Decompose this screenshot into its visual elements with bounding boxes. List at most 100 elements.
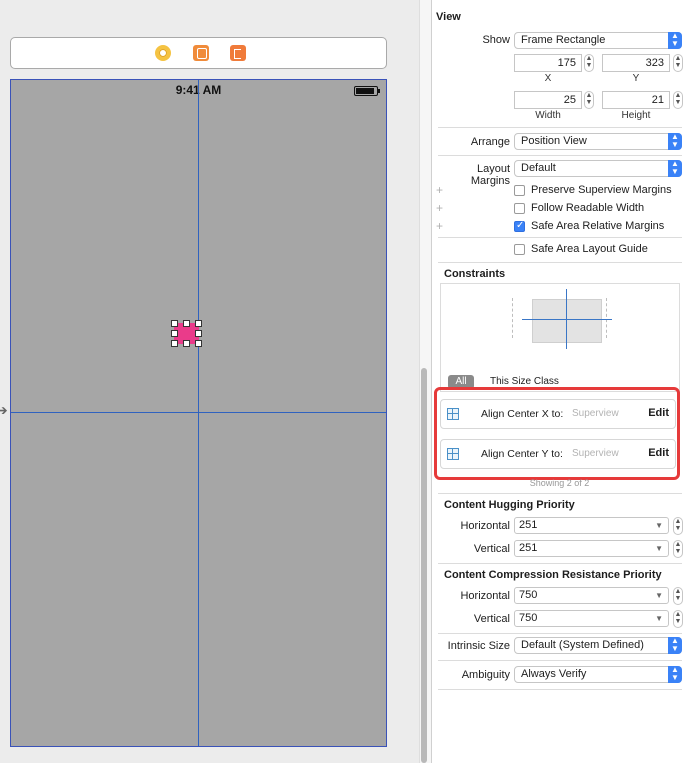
y-label: Y xyxy=(632,73,640,84)
vertical-center-guide xyxy=(198,80,199,746)
hugging-vertical-value: 251 xyxy=(519,542,538,554)
width-field[interactable]: 25 xyxy=(514,91,582,109)
canvas-scrollbar-thumb[interactable] xyxy=(421,368,427,763)
resize-handle[interactable] xyxy=(195,330,202,337)
show-label: Show xyxy=(482,34,510,46)
add-variation-icon[interactable]: + xyxy=(436,219,443,233)
divider xyxy=(438,493,682,494)
compression-horizontal-combo[interactable]: 750 ▼ xyxy=(514,587,669,604)
intrinsic-size-popup[interactable]: Default (System Defined) ▲ ▼ xyxy=(514,637,682,654)
constraints-count: Showing 2 of 2 xyxy=(529,478,590,488)
hugging-horizontal-label: Horizontal xyxy=(460,520,510,532)
height-field[interactable]: 21 xyxy=(602,91,670,109)
compression-section-title: Content Compression Resistance Priority xyxy=(444,569,662,581)
dropdown-arrow-icon: ▼ xyxy=(655,521,663,530)
intrinsic-size-value: Default (System Defined) xyxy=(521,639,644,651)
preserve-superview-margins-checkbox[interactable] xyxy=(514,185,525,196)
compression-vertical-stepper[interactable]: ▲ ▼ xyxy=(673,610,683,628)
width-stepper[interactable]: ▲ ▼ xyxy=(584,91,594,109)
resize-handle[interactable] xyxy=(195,340,202,347)
hugging-vertical-combo[interactable]: 251 ▼ xyxy=(514,540,669,557)
y-field[interactable]: 323 xyxy=(602,54,670,72)
intrinsic-size-label: Intrinsic Size xyxy=(447,640,510,652)
divider xyxy=(438,563,682,564)
ambiguity-value: Always Verify xyxy=(521,668,587,680)
compression-vertical-value: 750 xyxy=(519,612,538,624)
compression-horizontal-value: 750 xyxy=(519,589,538,601)
hugging-horizontal-stepper[interactable]: ▲ ▼ xyxy=(673,517,683,535)
dropdown-arrow-icon: ▼ xyxy=(655,591,663,600)
divider xyxy=(438,660,682,661)
compression-vertical-label: Vertical xyxy=(473,613,510,625)
resize-handle[interactable] xyxy=(171,330,178,337)
add-variation-icon[interactable]: + xyxy=(436,183,443,197)
show-popup-value: Frame Rectangle xyxy=(521,34,606,46)
safe-area-relative-margins-checkbox[interactable] xyxy=(514,220,525,232)
divider xyxy=(438,237,682,238)
center-y-constraint-line xyxy=(522,319,612,320)
hugging-vertical-stepper[interactable]: ▲ ▼ xyxy=(673,540,683,558)
divider xyxy=(438,633,682,634)
divider xyxy=(438,155,682,156)
hugging-horizontal-value: 251 xyxy=(519,519,538,531)
entry-point-arrow-icon[interactable]: ➔ xyxy=(0,402,8,419)
resize-handle[interactable] xyxy=(183,320,190,327)
resize-handle[interactable] xyxy=(195,320,202,327)
resize-handle[interactable] xyxy=(183,340,190,347)
show-popup[interactable]: Frame Rectangle ▲ ▼ xyxy=(514,32,682,49)
popup-chevron-icon: ▲ ▼ xyxy=(668,637,682,654)
first-responder-icon[interactable] xyxy=(193,45,209,61)
center-x-constraint-line xyxy=(566,289,567,349)
arrange-popup-value: Position View xyxy=(521,135,587,147)
layout-margins-popup[interactable]: Default ▲ ▼ xyxy=(514,160,682,177)
annotation-highlight-box xyxy=(434,387,680,480)
ambiguity-popup[interactable]: Always Verify ▲ ▼ xyxy=(514,666,682,683)
follow-readable-width-checkbox[interactable] xyxy=(514,203,525,214)
popup-chevron-icon: ▲ ▼ xyxy=(668,133,682,150)
width-label: Width xyxy=(535,110,561,121)
divider xyxy=(438,127,682,128)
selected-view[interactable] xyxy=(171,320,202,347)
battery-icon xyxy=(354,86,380,96)
y-stepper[interactable]: ▲ ▼ xyxy=(673,54,683,72)
exit-icon[interactable] xyxy=(230,45,246,61)
horizontal-center-guide xyxy=(11,412,386,413)
dropdown-arrow-icon: ▼ xyxy=(655,544,663,553)
layout-margins-popup-value: Default xyxy=(521,162,556,174)
resize-handle[interactable] xyxy=(171,320,178,327)
scene-dock xyxy=(10,37,387,69)
divider xyxy=(438,262,682,263)
view-controller-icon[interactable] xyxy=(155,45,171,61)
x-label: X xyxy=(544,73,552,84)
preserve-superview-margins-label: Preserve Superview Margins xyxy=(531,184,672,196)
popup-chevron-icon: ▲ ▼ xyxy=(668,32,682,49)
height-stepper[interactable]: ▲ ▼ xyxy=(673,91,683,109)
constraints-section-title: Constraints xyxy=(444,268,506,280)
compression-horizontal-stepper[interactable]: ▲ ▼ xyxy=(673,587,683,605)
arrange-popup[interactable]: Position View ▲ ▼ xyxy=(514,133,682,150)
safe-area-relative-margins-label: Safe Area Relative Margins xyxy=(531,220,665,232)
device-screen[interactable]: 9:41 AM xyxy=(10,79,387,747)
view-section-title: View xyxy=(436,11,461,23)
ambiguity-label: Ambiguity xyxy=(461,669,510,681)
compression-horizontal-label: Horizontal xyxy=(460,590,510,602)
x-stepper[interactable]: ▲ ▼ xyxy=(584,54,594,72)
constraint-preview-view xyxy=(532,299,602,343)
arrange-label: Arrange xyxy=(470,136,510,148)
compression-vertical-combo[interactable]: 750 ▼ xyxy=(514,610,669,627)
popup-chevron-icon: ▲ ▼ xyxy=(668,666,682,683)
resize-handle[interactable] xyxy=(171,340,178,347)
popup-chevron-icon: ▲ ▼ xyxy=(668,160,682,177)
hugging-vertical-label: Vertical xyxy=(473,543,510,555)
hugging-horizontal-combo[interactable]: 251 ▼ xyxy=(514,517,669,534)
divider xyxy=(438,689,682,690)
dropdown-arrow-icon: ▼ xyxy=(655,614,663,623)
follow-readable-width-label: Follow Readable Width xyxy=(531,202,645,214)
x-field[interactable]: 175 xyxy=(514,54,582,72)
hugging-section-title: Content Hugging Priority xyxy=(444,499,575,511)
add-variation-icon[interactable]: + xyxy=(436,201,443,215)
layout-margins-label: Layout Margins xyxy=(470,163,510,187)
height-label: Height xyxy=(621,110,651,121)
safe-area-layout-guide-checkbox[interactable] xyxy=(514,244,525,255)
safe-area-layout-guide-label: Safe Area Layout Guide xyxy=(531,243,648,255)
